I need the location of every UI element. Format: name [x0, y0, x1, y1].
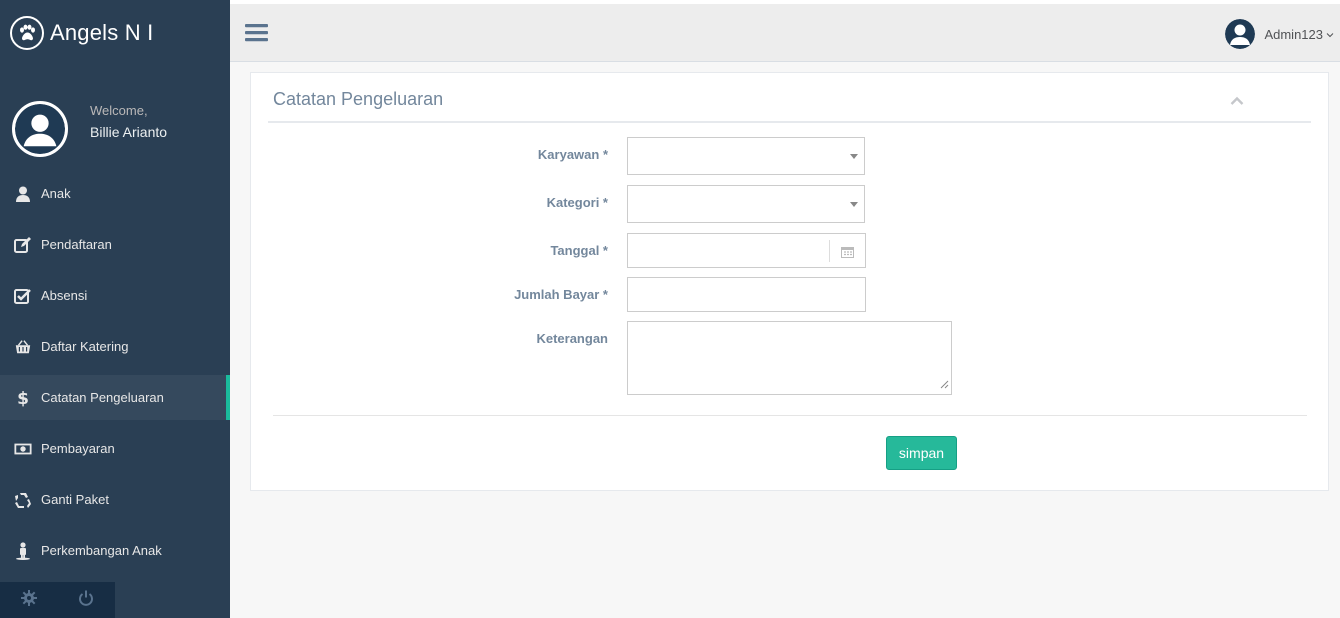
basket-icon — [14, 338, 32, 356]
chevron-up-icon — [1230, 93, 1244, 110]
sidebar-item-pendaftaran[interactable]: Pendaftaran — [0, 219, 230, 270]
select-arrow-icon — [850, 202, 858, 207]
power-icon — [78, 590, 94, 611]
check-square-icon — [14, 287, 32, 305]
money-icon — [14, 440, 32, 458]
user-menu[interactable]: Admin123 — [1225, 19, 1334, 49]
jumlah-bayar-label: Jumlah Bayar * — [514, 287, 608, 302]
welcome-text: Welcome, — [90, 102, 148, 118]
sidebar-item-label: Absensi — [41, 288, 88, 303]
avatar — [12, 101, 68, 157]
sidebar-item-perkembangan-anak[interactable]: Perkembangan Anak — [0, 525, 230, 576]
calendar-icon[interactable] — [841, 246, 854, 261]
keterangan-label: Keterangan — [536, 331, 608, 346]
sidebar-item-label: Pendaftaran — [41, 237, 112, 252]
kategori-label: Kategori * — [546, 195, 608, 210]
male-icon — [14, 541, 32, 560]
top-navbar: Admin123 — [230, 4, 1340, 62]
sidebar-item-catatan-pengeluaran[interactable]: $ Catatan Pengeluaran — [0, 375, 230, 420]
panel-title: Catatan Pengeluaran — [273, 89, 444, 109]
input-addon-divider — [829, 240, 830, 262]
user-name: Admin123 — [1264, 26, 1323, 42]
sidebar-item-label: Perkembangan Anak — [41, 543, 162, 558]
edit-icon — [14, 236, 32, 254]
sidebar-item-label: Catatan Pengeluaran — [41, 390, 164, 405]
karyawan-select[interactable] — [627, 137, 865, 175]
brand[interactable]: Angels N I — [0, 0, 230, 66]
chevron-down-icon — [1326, 25, 1334, 43]
form-divider — [273, 415, 1307, 416]
tanggal-label: Tanggal * — [550, 243, 608, 258]
sidebar-item-absensi[interactable]: Absensi — [0, 270, 230, 321]
sidebar-item-label: Pembayaran — [41, 441, 115, 456]
tanggal-input[interactable] — [627, 233, 866, 268]
user-avatar — [1225, 19, 1256, 49]
sidebar-item-label: Anak — [41, 186, 71, 201]
collapse-button[interactable] — [1230, 93, 1250, 107]
form-panel: Catatan Pengeluaran Karyawan * Kategori … — [250, 72, 1329, 491]
sidebar-item-label: Daftar Katering — [41, 339, 129, 354]
sidebar-menu: Anak Pendaftaran Absensi Daftar Katering… — [0, 168, 230, 576]
sidebar-item-ganti-paket[interactable]: Ganti Paket — [0, 474, 230, 525]
hamburger-icon — [245, 24, 269, 48]
dollar-icon: $ — [14, 389, 32, 407]
logout-button[interactable] — [57, 582, 114, 618]
select-arrow-icon — [850, 154, 858, 159]
profile-name: Billie Arianto — [90, 123, 168, 140]
sidebar: Angels N I Welcome, Billie Arianto Anak … — [0, 0, 230, 618]
sidebar-item-daftar-katering[interactable]: Daftar Katering — [0, 321, 230, 372]
settings-icon — [20, 589, 37, 611]
sidebar-item-anak[interactable]: Anak — [0, 168, 230, 219]
keterangan-textarea[interactable] — [627, 321, 952, 395]
sidebar-item-pembayaran[interactable]: Pembayaran — [0, 423, 230, 474]
brand-title: Angels N I — [50, 20, 154, 45]
settings-button[interactable] — [0, 582, 57, 618]
menu-toggle-button[interactable] — [245, 22, 269, 44]
karyawan-label: Karyawan * — [537, 147, 608, 162]
user-icon — [14, 185, 32, 203]
svg-text:$: $ — [17, 389, 29, 407]
sidebar-footer — [0, 582, 115, 618]
sidebar-item-label: Ganti Paket — [41, 492, 109, 507]
recycle-icon — [14, 491, 32, 509]
kategori-select[interactable] — [627, 185, 865, 223]
profile: Welcome, Billie Arianto — [0, 66, 230, 178]
panel-divider — [268, 121, 1311, 123]
simpan-button[interactable]: simpan — [886, 436, 957, 470]
jumlah-bayar-input[interactable] — [627, 277, 866, 312]
paw-icon — [10, 16, 44, 50]
resize-grip-icon[interactable] — [940, 377, 949, 392]
